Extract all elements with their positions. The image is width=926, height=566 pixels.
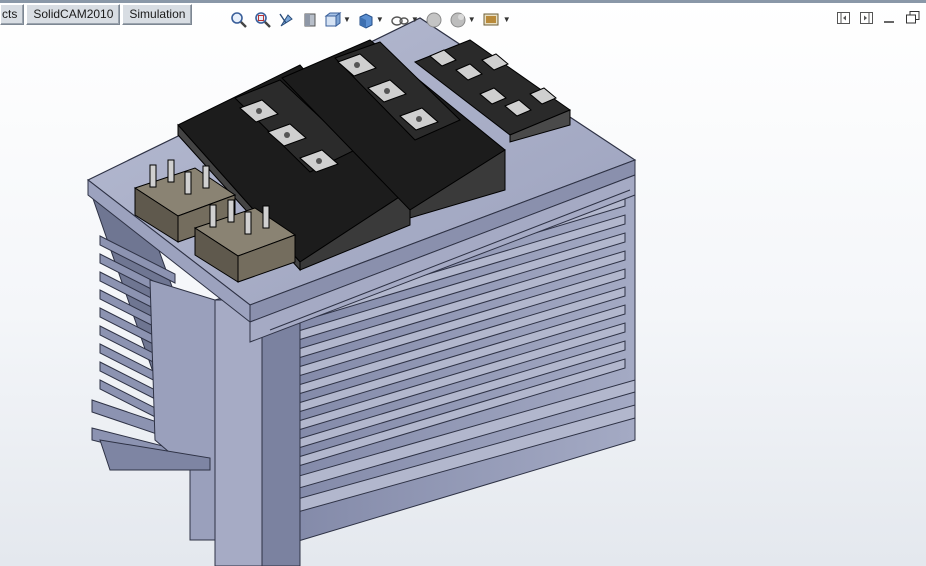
tab-simulation[interactable]: Simulation bbox=[122, 4, 193, 25]
zoom-to-fit-button[interactable] bbox=[230, 11, 248, 29]
display-style-button[interactable]: ▼ bbox=[357, 11, 384, 29]
display-style-icon bbox=[359, 13, 373, 29]
heads-up-view-toolbar: ▼ ▼ ▼ ▼ ▼ bbox=[230, 9, 517, 31]
tab-solidcam2010[interactable]: SolidCAM2010 bbox=[26, 4, 121, 25]
view-settings-icon bbox=[483, 13, 499, 26]
previous-view-icon bbox=[279, 13, 293, 27]
zoom-to-area-icon bbox=[255, 12, 271, 28]
previous-view-button[interactable] bbox=[278, 11, 296, 29]
viewport-window-controls bbox=[828, 10, 920, 25]
heatsink-assembly-model[interactable] bbox=[0, 0, 926, 566]
chevron-down-icon: ▼ bbox=[410, 15, 419, 24]
window-top-border bbox=[0, 0, 926, 3]
command-manager-tabs: cts SolidCAM2010 Simulation bbox=[0, 4, 194, 25]
restore-icon bbox=[905, 11, 919, 24]
graphics-area[interactable]: cts SolidCAM2010 Simulation ▼ ▼ ▼ ▼ ▼ bbox=[0, 0, 926, 566]
tab-products[interactable]: cts bbox=[0, 4, 25, 25]
split-horizontal-button[interactable] bbox=[836, 10, 851, 25]
split-horizontal-icon bbox=[837, 11, 850, 24]
minimize-button[interactable] bbox=[882, 10, 897, 25]
view-orientation-icon bbox=[324, 12, 342, 27]
hide-show-items-icon bbox=[391, 16, 409, 26]
split-vertical-button[interactable] bbox=[859, 10, 874, 25]
chevron-down-icon: ▼ bbox=[502, 15, 511, 24]
zoom-to-area-button[interactable] bbox=[254, 11, 272, 29]
chevron-down-icon: ▼ bbox=[467, 15, 476, 24]
zoom-to-fit-icon bbox=[231, 12, 247, 28]
chevron-down-icon: ▼ bbox=[343, 15, 351, 24]
edit-appearance-icon bbox=[426, 12, 442, 28]
section-view-icon bbox=[304, 13, 316, 27]
split-vertical-icon bbox=[860, 11, 873, 24]
edit-appearance-button[interactable] bbox=[425, 11, 443, 29]
hide-show-items-button[interactable]: ▼ bbox=[390, 11, 419, 29]
minimize-icon bbox=[884, 20, 894, 23]
chevron-down-icon: ▼ bbox=[375, 15, 384, 24]
restore-button[interactable] bbox=[905, 10, 920, 25]
apply-scene-icon bbox=[450, 12, 466, 28]
view-orientation-button[interactable]: ▼ bbox=[324, 11, 351, 29]
section-view-button[interactable] bbox=[302, 11, 318, 29]
apply-scene-button[interactable]: ▼ bbox=[449, 11, 476, 29]
view-settings-button[interactable]: ▼ bbox=[482, 11, 511, 29]
